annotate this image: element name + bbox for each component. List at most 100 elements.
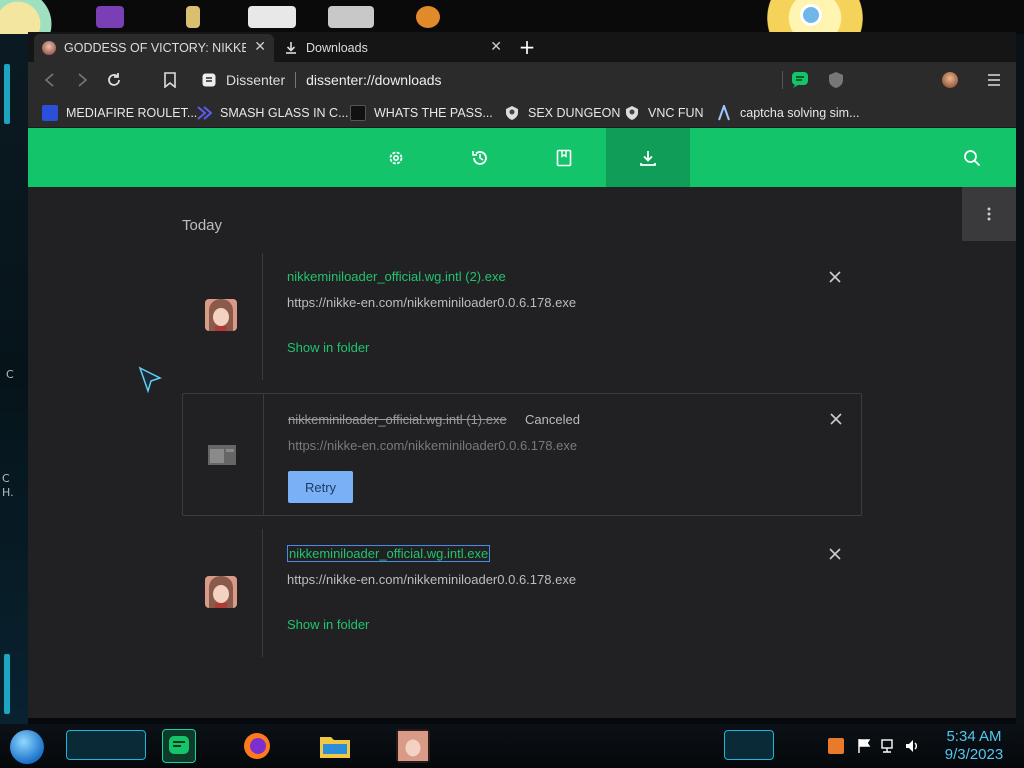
remove-download-close-icon[interactable] — [829, 412, 843, 426]
page-icon — [202, 73, 216, 87]
show-in-folder-link[interactable]: Show in folder — [287, 340, 369, 355]
gear-icon — [389, 151, 403, 164]
taskbar-app-firefox[interactable] — [240, 729, 274, 763]
desktop-side-text: C — [6, 368, 14, 381]
desktop-shortcut-icon[interactable] — [96, 6, 124, 28]
smash-icon — [197, 106, 212, 120]
bookmarks-bar: MEDIAFIRE ROULET... SMASH GLASS IN C... … — [28, 98, 1016, 128]
history-nav-button[interactable] — [438, 128, 522, 187]
desktop-right-frame — [1016, 34, 1024, 724]
tab-strip: GODDESS OF VICTORY: NIKKE | Im ✕ Downloa… — [28, 32, 1016, 62]
firefox-icon — [244, 733, 270, 759]
folder-icon — [320, 737, 350, 758]
desktop-side-text: C — [2, 472, 10, 485]
network-icon[interactable] — [880, 738, 896, 754]
download-item: nikkeminiloader_official.wg.intl (2).exe… — [182, 253, 862, 380]
bookmark-item[interactable]: VNC FUN — [624, 105, 704, 121]
bookmark-item[interactable]: MEDIAFIRE ROULET... — [42, 105, 197, 121]
more-vert-icon — [987, 207, 991, 221]
downloads-page: Today nikkeminiloader_official.wg.intl (… — [28, 187, 1016, 718]
clock-date: 9/3/2023 — [944, 746, 1004, 763]
remove-download-close-icon[interactable] — [828, 547, 842, 561]
close-icon[interactable]: ✕ — [490, 39, 502, 55]
download-icon — [286, 42, 296, 54]
frame-glow — [4, 64, 10, 124]
bookmark-button[interactable] — [160, 70, 180, 90]
omnibox-divider — [295, 72, 297, 88]
shield-icon — [829, 72, 843, 88]
new-tab-button[interactable]: + — [516, 37, 538, 58]
desktop-shortcut-icon[interactable] — [416, 6, 440, 28]
bookmark-item[interactable]: captcha solving sim... — [716, 105, 860, 121]
hamburger-icon — [988, 74, 1000, 86]
downloads-nav-bar — [28, 128, 1016, 187]
download-url: https://nikke-en.com/nikkeminiloader0.0.… — [287, 572, 577, 587]
section-title: Today — [182, 217, 223, 234]
start-button[interactable] — [10, 730, 44, 764]
download-url: https://nikke-en.com/nikkeminiloader0.0.… — [288, 438, 578, 453]
back-button[interactable] — [40, 70, 60, 90]
nikke-avatar-icon — [42, 41, 56, 55]
downloads-nav-button[interactable] — [606, 128, 690, 187]
bookmark-label: SMASH GLASS IN C... — [220, 106, 349, 120]
volume-icon[interactable] — [904, 738, 920, 754]
address-bar[interactable]: Dissenter dissenter://downloads — [194, 66, 814, 94]
reload-button[interactable] — [104, 70, 124, 90]
back-arrow-icon — [44, 73, 54, 87]
tab-nikke[interactable]: GODDESS OF VICTORY: NIKKE | Im ✕ — [34, 34, 274, 62]
desktop-shortcut-icon[interactable] — [186, 6, 200, 28]
retry-button[interactable]: Retry — [288, 471, 353, 503]
browser-menu-button[interactable] — [984, 70, 1004, 90]
desktop-shortcut-icon[interactable] — [248, 6, 296, 28]
tab-downloads[interactable]: Downloads ✕ — [276, 34, 510, 62]
black-square-icon — [350, 105, 366, 121]
download-filename: nikkeminiloader_official.wg.intl (1).exe — [288, 412, 507, 427]
reload-icon — [108, 73, 120, 86]
site-name: Dissenter — [226, 72, 286, 88]
search-icon — [964, 149, 981, 166]
bookmark-item[interactable]: WHATS THE PASS... — [350, 105, 493, 121]
anime-eye — [800, 4, 822, 26]
shields-button[interactable] — [826, 70, 846, 90]
bookmark-label: MEDIAFIRE ROULET... — [66, 106, 198, 120]
settings-nav-button[interactable] — [354, 128, 438, 187]
search-button[interactable] — [942, 128, 1002, 187]
desktop-shortcut-icon[interactable] — [328, 6, 374, 28]
download-filename-link[interactable]: nikkeminiloader_official.wg.intl.exe — [287, 545, 491, 562]
taskbar-decoration — [66, 730, 146, 760]
profile-button[interactable] — [940, 70, 960, 90]
frame-glow — [4, 654, 10, 714]
taskbar-decoration — [724, 730, 774, 760]
mediafire-icon — [42, 105, 58, 121]
desktop-side-text: H. — [2, 486, 14, 499]
tray-app-icon[interactable] — [828, 738, 844, 754]
bookmarks-nav-button[interactable] — [522, 128, 606, 187]
download-item: nikkeminiloader_official.wg.intl (1).exe… — [182, 393, 862, 516]
download-status: Canceled — [525, 412, 580, 427]
forward-button[interactable] — [72, 70, 92, 90]
taskbar-app-nikke[interactable] — [396, 729, 430, 763]
dissenter-comments-button[interactable] — [790, 70, 810, 90]
remove-download-close-icon[interactable] — [828, 270, 842, 284]
bookmark-item[interactable]: SMASH GLASS IN C... — [196, 105, 349, 121]
shield-badge-icon — [626, 106, 638, 120]
file-thumbnail — [205, 576, 237, 608]
close-icon[interactable]: ✕ — [254, 39, 266, 55]
history-icon — [472, 150, 487, 165]
item-divider — [262, 529, 263, 657]
taskbar-clock[interactable]: 5:34 AM 9/3/2023 — [934, 728, 1014, 764]
taskbar-app-explorer[interactable] — [318, 729, 352, 763]
url-text[interactable]: dissenter://downloads — [306, 72, 441, 88]
download-filename-link[interactable]: nikkeminiloader_official.wg.intl (2).exe — [287, 269, 506, 284]
bookmark-item[interactable]: SEX DUNGEON — [504, 105, 620, 121]
taskbar-app-dissenter[interactable] — [162, 729, 196, 763]
item-divider — [263, 394, 264, 515]
show-in-folder-link[interactable]: Show in folder — [287, 617, 369, 632]
bookmark-label: captcha solving sim... — [740, 106, 860, 120]
bookmark-label: VNC FUN — [648, 106, 704, 120]
more-options-button[interactable] — [962, 187, 1016, 241]
file-thumbnail — [206, 439, 238, 471]
flag-icon[interactable] — [856, 738, 872, 754]
bookmark-manager-icon — [556, 149, 572, 166]
bookmark-icon — [164, 72, 176, 88]
